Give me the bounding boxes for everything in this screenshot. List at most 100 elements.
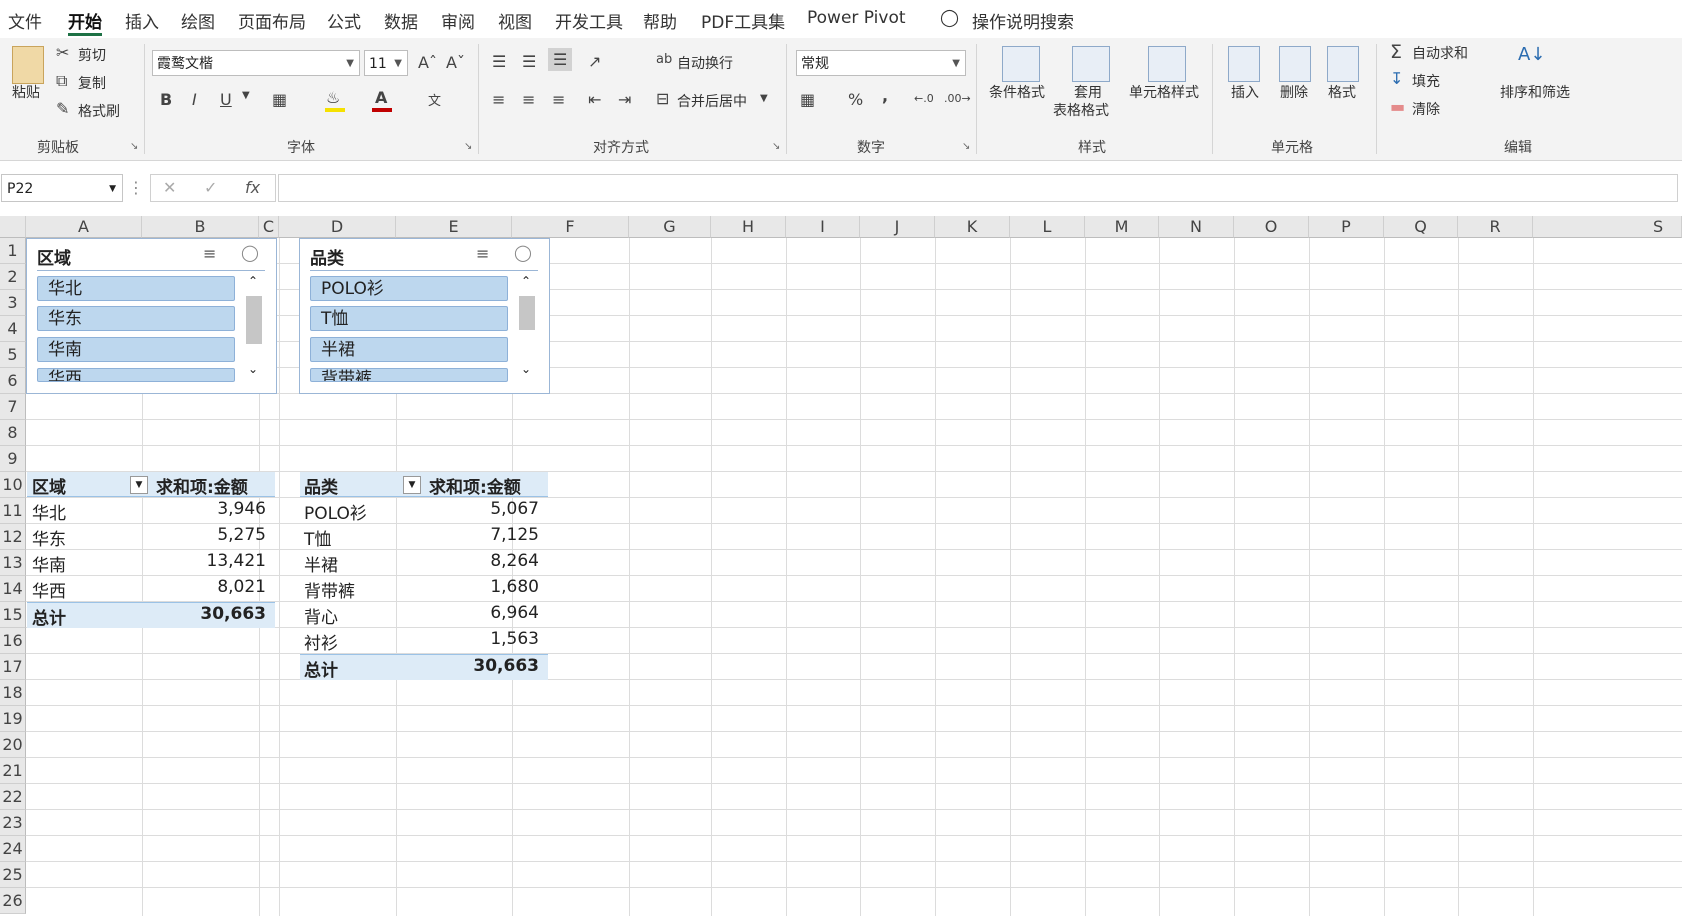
decrease-font-icon[interactable]: Aˇ	[446, 53, 465, 72]
decrease-decimal-icon[interactable]: .00→	[944, 92, 971, 105]
pivot1-row-label-header[interactable]: 区域	[32, 473, 66, 498]
row-header[interactable]: 25	[0, 862, 26, 888]
tab-power-pivot[interactable]: Power Pivot	[807, 8, 906, 28]
chevron-up-icon[interactable]: ⌃	[521, 274, 531, 288]
select-all-corner[interactable]	[0, 216, 26, 238]
chevron-down-icon[interactable]: ▼	[242, 90, 250, 101]
column-header[interactable]: M	[1085, 216, 1159, 238]
fill-color-icon[interactable]: ♨	[326, 88, 340, 107]
slicer-item[interactable]: 背带裤	[310, 368, 508, 382]
multi-select-icon[interactable]: ≡	[203, 244, 216, 263]
column-header[interactable]: S	[1533, 216, 1682, 238]
chevron-down-icon[interactable]: ⌄	[248, 362, 258, 376]
increase-font-icon[interactable]: Aˆ	[418, 53, 437, 72]
slicer-category[interactable]: 品类 ≡ ◯ POLO衫 T恤 半裙 背带裤 ⌃ ⌄	[299, 238, 550, 394]
row-header[interactable]: 17	[0, 654, 26, 680]
clear-button[interactable]: 清除	[1412, 99, 1440, 119]
column-header[interactable]: Q	[1384, 216, 1458, 238]
chevron-down-icon[interactable]: ⌄	[521, 362, 531, 376]
row-header[interactable]: 23	[0, 810, 26, 836]
insert-cells-button[interactable]: 插入	[1231, 82, 1259, 102]
column-header[interactable]: O	[1234, 216, 1309, 238]
column-header[interactable]: F	[512, 216, 629, 238]
filter-dropdown-icon[interactable]: ▼	[403, 476, 421, 494]
pivot2-row-label[interactable]: 背心	[304, 603, 338, 628]
slicer-item[interactable]: 华北	[37, 276, 235, 301]
column-header[interactable]: P	[1309, 216, 1384, 238]
increase-decimal-icon[interactable]: ←.0	[914, 92, 934, 105]
chevron-up-icon[interactable]: ⌃	[248, 274, 258, 288]
row-header[interactable]: 9	[0, 446, 26, 472]
row-header[interactable]: 3	[0, 290, 26, 316]
name-box[interactable]: P22 ▼	[1, 174, 123, 202]
row-header[interactable]: 13	[0, 550, 26, 576]
slicer-scrollbar[interactable]: ⌃ ⌄	[245, 274, 263, 384]
row-header[interactable]: 11	[0, 498, 26, 524]
tab-draw[interactable]: 绘图	[181, 8, 215, 33]
pivot2-total-label[interactable]: 总计	[304, 656, 338, 681]
tell-me-search[interactable]: 操作说明搜索	[972, 8, 1074, 33]
dialog-launcher-icon[interactable]: ↘	[962, 141, 970, 152]
row-header[interactable]: 24	[0, 836, 26, 862]
pivot1-row-label[interactable]: 华东	[32, 525, 66, 550]
column-header[interactable]: J	[860, 216, 935, 238]
tab-formulas[interactable]: 公式	[327, 8, 361, 33]
row-header[interactable]: 7	[0, 394, 26, 420]
sort-filter-button[interactable]: 排序和筛选	[1500, 82, 1570, 102]
column-header[interactable]: G	[629, 216, 711, 238]
pivot2-value[interactable]: 6,964	[429, 603, 539, 623]
slicer-item[interactable]: POLO衫	[310, 276, 508, 301]
pivot2-value[interactable]: 8,264	[429, 551, 539, 571]
column-header[interactable]: I	[786, 216, 860, 238]
slicer-item[interactable]: 华南	[37, 337, 235, 362]
clear-filter-icon[interactable]: ◯	[241, 243, 259, 262]
column-header[interactable]: R	[1458, 216, 1533, 238]
wrap-text-button[interactable]: 自动换行	[677, 53, 733, 73]
pivot2-value[interactable]: 1,680	[429, 577, 539, 597]
italic-button[interactable]: I	[192, 90, 197, 109]
pivot1-row-label[interactable]: 华西	[32, 577, 66, 602]
align-right-icon[interactable]: ≡	[552, 90, 565, 109]
pivot1-value[interactable]: 13,421	[156, 551, 266, 571]
dialog-launcher-icon[interactable]: ↘	[772, 141, 780, 152]
pivot2-row-label[interactable]: 背带裤	[304, 577, 355, 602]
row-header[interactable]: 22	[0, 784, 26, 810]
comma-button[interactable]: ,	[882, 86, 888, 105]
tab-insert[interactable]: 插入	[125, 8, 159, 33]
format-painter-button[interactable]: 格式刷	[78, 101, 120, 121]
tab-home[interactable]: 开始	[68, 8, 102, 33]
column-header[interactable]: L	[1010, 216, 1085, 238]
column-header[interactable]: E	[396, 216, 512, 238]
filter-dropdown-icon[interactable]: ▼	[130, 476, 148, 494]
autosum-button[interactable]: 自动求和	[1412, 43, 1468, 63]
align-top-icon[interactable]: ☰	[492, 52, 506, 71]
decrease-indent-icon[interactable]: ⇤	[588, 90, 601, 109]
align-center-icon[interactable]: ≡	[522, 90, 535, 109]
tab-review[interactable]: 审阅	[441, 8, 475, 33]
pivot1-row-label[interactable]: 华南	[32, 551, 66, 576]
paste-button[interactable]: 粘贴	[12, 82, 40, 102]
format-cells-button[interactable]: 格式	[1328, 82, 1356, 102]
row-header[interactable]: 8	[0, 420, 26, 446]
pivot2-value[interactable]: 1,563	[429, 629, 539, 649]
pivot1-row-label[interactable]: 华北	[32, 499, 66, 524]
column-header[interactable]: N	[1159, 216, 1234, 238]
cell-styles-button[interactable]: 单元格样式	[1129, 82, 1199, 102]
phonetic-icon[interactable]: 文	[428, 90, 441, 109]
slicer-item[interactable]: T恤	[310, 306, 508, 331]
format-as-table-label-2[interactable]: 表格格式	[1053, 100, 1109, 120]
row-header[interactable]: 10	[0, 472, 26, 498]
enter-button[interactable]: ✓	[204, 178, 217, 197]
row-header[interactable]: 15	[0, 602, 26, 628]
scroll-thumb[interactable]	[246, 296, 262, 344]
pivot2-row-label[interactable]: 衬衫	[304, 629, 338, 654]
font-name-dropdown[interactable]: 霞鹜文楷 ▼	[152, 50, 360, 76]
pivot1-total-value[interactable]: 30,663	[156, 604, 266, 624]
slicer-item[interactable]: 华东	[37, 306, 235, 331]
multi-select-icon[interactable]: ≡	[476, 244, 489, 263]
dialog-launcher-icon[interactable]: ↘	[464, 141, 472, 152]
font-color-icon[interactable]: A	[375, 88, 387, 107]
slicer-region[interactable]: 区域 ≡ ◯ 华北 华东 华南 华西 ⌃ ⌄	[26, 238, 277, 394]
pivot2-row-label[interactable]: 半裙	[304, 551, 338, 576]
font-size-dropdown[interactable]: 11 ▼	[364, 50, 408, 76]
